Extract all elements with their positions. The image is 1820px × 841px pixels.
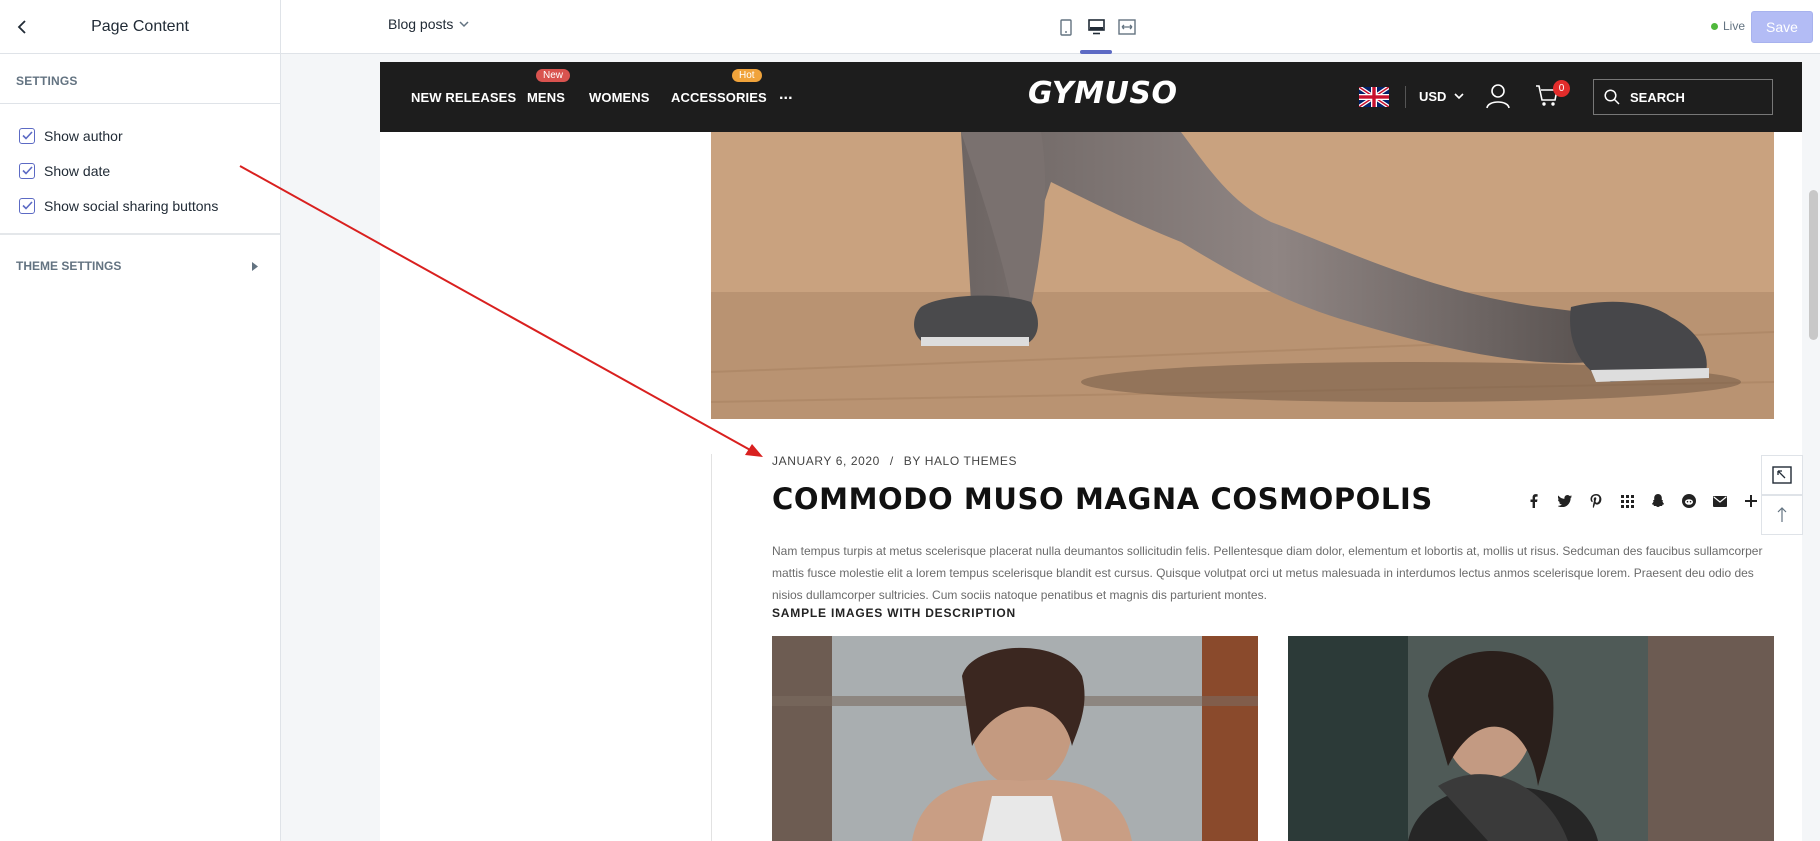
settings-sidebar: Page Content SETTINGS Show author Show d… [0,0,281,841]
sample-image-woman-boxing [772,636,1258,841]
desktop-view-icon [1087,19,1105,35]
checkbox-checked-icon [19,162,35,179]
social-sharing-buttons [1526,493,1759,509]
article-title: COMMODO MUSO MAGNA COSMOPOLIS [772,482,1433,516]
theme-settings-label: THEME SETTINGS [16,259,122,273]
arrow-up-icon [1777,507,1787,522]
active-view-indicator [1080,50,1112,54]
checkbox-checked-icon [19,127,35,144]
sidebar-title: Page Content [91,17,189,35]
article-meta: JANUARY 6, 2020 / BY HALO THEMES [772,454,1017,468]
full-width-view-button[interactable] [1112,13,1142,41]
mobile-view-icon [1060,18,1072,36]
account-icon[interactable] [1486,83,1510,109]
live-status: Live [1711,19,1745,33]
meta-separator: / [889,454,894,468]
search-placeholder: SEARCH [1630,89,1685,105]
uk-flag-icon[interactable] [1359,87,1389,107]
nav-mens[interactable]: MENS [527,90,565,105]
article-date: JANUARY 6, 2020 [772,454,880,468]
email-icon[interactable] [1712,493,1728,509]
new-badge: New [536,69,571,82]
store-header: NEW RELEASES MENS New WOMENS ACCESSORIES… [380,62,1802,132]
twitter-icon[interactable] [1557,493,1573,509]
nav-womens[interactable]: WOMENS [589,90,650,105]
desktop-view-button[interactable] [1081,13,1111,41]
live-dot-icon [1711,22,1718,30]
plus-icon[interactable] [1743,493,1759,509]
expand-preview-button[interactable] [1761,455,1803,495]
checkbox-label: Show date [44,162,111,179]
checkbox-checked-icon [19,197,35,214]
pinterest-icon[interactable] [1588,493,1604,509]
theme-settings-toggle[interactable]: THEME SETTINGS [0,235,280,297]
chevron-down-icon [459,20,469,27]
article-subheading: SAMPLE IMAGES WITH DESCRIPTION [772,606,1017,620]
sample-image-woman-rope [1288,636,1774,841]
scroll-to-top-button[interactable] [1761,495,1803,535]
checkbox-label: Show social sharing buttons [44,197,219,214]
reddit-icon[interactable] [1681,493,1697,509]
editor-topbar: Blog posts Live Save [281,0,1820,54]
hero-illustration [711,132,1774,419]
nav-more[interactable]: ... [779,86,793,104]
full-width-view-icon [1118,19,1136,35]
facebook-icon[interactable] [1526,493,1542,509]
cart-count-badge: 0 [1553,80,1570,97]
settings-section-label: SETTINGS [0,54,280,104]
search-icon [1604,89,1620,105]
expand-icon [1772,466,1792,484]
tumblr-icon[interactable] [1619,493,1635,509]
article-author: BY HALO THEMES [903,454,1018,468]
live-status-label: Live [1723,19,1746,33]
sidebar-header: Page Content [0,0,280,54]
nav-new-releases[interactable]: NEW RELEASES [411,90,516,105]
article-body: Nam tempus turpis at metus scelerisque p… [772,544,1763,602]
checkbox-label: Show author [44,127,123,144]
header-divider [1405,86,1406,108]
save-button[interactable]: Save [1751,11,1813,43]
store-search-input[interactable]: SEARCH [1593,79,1773,115]
page-selector-dropdown[interactable]: Blog posts [388,16,469,32]
nav-accessories[interactable]: ACCESSORIES [671,90,767,105]
theme-preview-frame: NEW RELEASES MENS New WOMENS ACCESSORIES… [380,62,1802,841]
show-date-checkbox[interactable]: Show date [19,153,280,188]
back-button[interactable] [10,14,36,40]
snapchat-icon[interactable] [1650,493,1666,509]
currency-value: USD [1419,89,1447,104]
chevron-down-icon [1454,93,1465,100]
page-selector-value: Blog posts [388,16,454,32]
currency-selector[interactable]: USD [1419,89,1465,104]
settings-checkbox-list: Show author Show date Show social sharin… [0,104,280,235]
mobile-view-button[interactable] [1051,13,1081,41]
preview-scrollbar[interactable] [1809,190,1818,340]
show-social-sharing-checkbox[interactable]: Show social sharing buttons [19,188,280,223]
hot-badge: Hot [732,69,762,82]
caret-right-icon [252,261,258,271]
article-left-rule [711,454,712,841]
article-hero-image [711,132,1774,419]
chevron-left-icon [17,20,26,34]
show-author-checkbox[interactable]: Show author [19,118,280,153]
store-logo[interactable]: GYMUSO [1028,76,1177,111]
